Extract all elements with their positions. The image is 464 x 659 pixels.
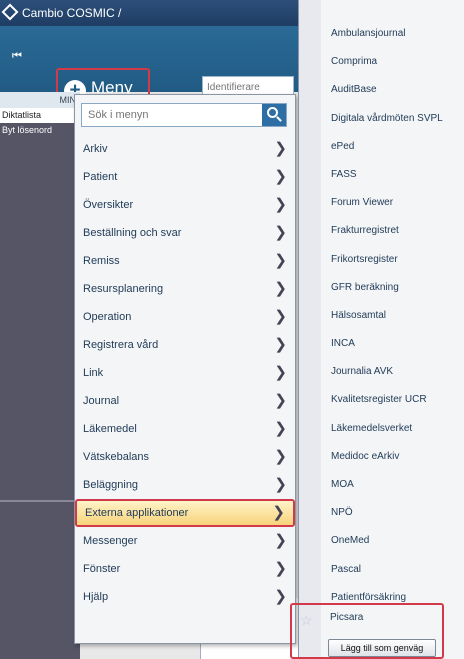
menu-item[interactable]: Översikter ❯ xyxy=(75,191,295,219)
menu-item[interactable]: Registrera vård ❯ xyxy=(75,331,295,359)
submenu-item[interactable]: Kvalitetsregister UCR xyxy=(331,386,443,414)
submenu-item[interactable]: FASS xyxy=(331,161,443,189)
submenu-item[interactable]: OneMed xyxy=(331,527,443,555)
menu-item[interactable]: Remiss ❯ xyxy=(75,247,295,275)
menu-item-label: Patient xyxy=(83,171,118,183)
submenu-item[interactable]: Pascal xyxy=(331,556,443,584)
column-header: MIN xyxy=(0,92,80,108)
chevron-right-icon: ❯ xyxy=(274,224,287,241)
collapse-panel-icon[interactable]: ⏮ xyxy=(12,50,22,63)
chevron-right-icon: ❯ xyxy=(274,392,287,409)
menu-item-label: Beställning och svar xyxy=(83,227,182,239)
menu-item[interactable]: Hjälp ❯ xyxy=(75,583,295,611)
submenu-item[interactable]: INCA xyxy=(331,330,443,358)
search-button[interactable] xyxy=(262,104,286,126)
chevron-right-icon: ❯ xyxy=(274,420,287,437)
menu-item-label: Registrera vård xyxy=(83,339,159,351)
list-item-byt-losenord[interactable]: Byt lösenord xyxy=(0,123,80,138)
menu-item-label: Fönster xyxy=(83,563,121,575)
chevron-right-icon: ❯ xyxy=(274,252,287,269)
menu-item[interactable]: Fönster ❯ xyxy=(75,555,295,583)
submenu-item[interactable]: Läkemedelsverket xyxy=(331,415,443,443)
chevron-right-icon: ❯ xyxy=(272,504,285,521)
menu-item-label: Journal xyxy=(83,395,120,407)
menu-item[interactable]: Journal ❯ xyxy=(75,387,295,415)
menu-item-label: Hjälp xyxy=(83,591,109,603)
cambio-logo-icon xyxy=(1,3,19,21)
submenu-gutter xyxy=(299,0,321,659)
chevron-right-icon: ❯ xyxy=(274,140,287,157)
menu-item[interactable]: Beläggning ❯ xyxy=(75,471,295,499)
submenu-item[interactable]: Frikortsregister xyxy=(331,246,443,274)
favorite-star-icon[interactable]: ☆ xyxy=(300,612,313,629)
chevron-right-icon: ❯ xyxy=(274,280,287,297)
chevron-right-icon: ❯ xyxy=(274,560,287,577)
main-menu-dropdown: Arkiv❯Patient❯Översikter❯Beställning och… xyxy=(74,94,296,644)
menu-item-label: Operation xyxy=(83,311,132,323)
menu-item[interactable]: Messenger ❯ xyxy=(75,527,295,555)
left-list: Diktatlista Byt lösenord xyxy=(0,108,80,659)
menu-item[interactable]: Arkiv ❯ xyxy=(75,135,295,163)
menu-item[interactable]: Resursplanering ❯ xyxy=(75,275,295,303)
menu-item-label: Remiss xyxy=(83,255,120,267)
menu-item-label: Vätskebalans xyxy=(83,451,150,463)
submenu-item-picsara[interactable]: Picsara xyxy=(330,612,363,623)
menu-items: Arkiv ❯ Patient ❯ Översikter ❯ Beställning och… xyxy=(75,135,295,611)
externa-applikationer-submenu: Ambulansjournal Comprima AuditBase Digitala… xyxy=(298,0,464,659)
menu-search-input[interactable] xyxy=(82,104,262,126)
list-item-diktatlista[interactable]: Diktatlista xyxy=(0,108,80,123)
window-title: Cambio COSMIC / xyxy=(22,6,122,20)
menu-item-label: Arkiv xyxy=(83,143,108,155)
chevron-right-icon: ❯ xyxy=(274,532,287,549)
divider xyxy=(0,500,80,502)
chevron-right-icon: ❯ xyxy=(274,588,287,605)
submenu-item[interactable]: Journalia AVK xyxy=(331,358,443,386)
menu-item[interactable]: Vätskebalans ❯ xyxy=(75,443,295,471)
add-shortcut-button[interactable]: Lägg till som genväg xyxy=(328,639,436,657)
submenu-item[interactable]: Comprima xyxy=(331,48,443,76)
chevron-right-icon: ❯ xyxy=(274,168,287,185)
submenu-item[interactable]: Forum Viewer xyxy=(331,189,443,217)
chevron-right-icon: ❯ xyxy=(274,196,287,213)
chevron-right-icon: ❯ xyxy=(274,448,287,465)
menu-item-label: Översikter xyxy=(83,199,134,211)
title-bar: Cambio COSMIC / xyxy=(0,0,300,26)
submenu-item[interactable]: Frakturregistret xyxy=(331,217,443,245)
submenu-item[interactable]: Medidoc eArkiv xyxy=(331,443,443,471)
chevron-right-icon: ❯ xyxy=(274,308,287,325)
menu-item-label: Link xyxy=(83,367,104,379)
menu-item[interactable]: Link ❯ xyxy=(75,359,295,387)
menu-search xyxy=(81,103,287,127)
menu-item-label: Resursplanering xyxy=(83,283,164,295)
menu-item[interactable]: Läkemedel ❯ xyxy=(75,415,295,443)
submenu-item[interactable]: Ambulansjournal xyxy=(331,20,443,48)
menu-item[interactable]: Beställning och svar ❯ xyxy=(75,219,295,247)
menu-item-label: Externa applikationer xyxy=(85,507,189,519)
menu-item-label: Läkemedel xyxy=(83,423,137,435)
chevron-right-icon: ❯ xyxy=(274,364,287,381)
menu-item-label: Messenger xyxy=(83,535,138,547)
menu-item-label: Beläggning xyxy=(83,479,139,491)
submenu-item[interactable]: GFR beräkning xyxy=(331,274,443,302)
submenu-item[interactable]: NPÖ xyxy=(331,499,443,527)
submenu-item[interactable]: Hälsosamtal xyxy=(331,302,443,330)
submenu-items: Ambulansjournal Comprima AuditBase Digitala… xyxy=(331,20,443,612)
submenu-item[interactable]: MOA xyxy=(331,471,443,499)
submenu-item[interactable]: Digitala vårdmöten SVPL xyxy=(331,105,443,133)
submenu-item[interactable]: ePed xyxy=(331,133,443,161)
submenu-item[interactable]: AuditBase xyxy=(331,76,443,104)
menu-item[interactable]: Externa applikationer ❯ xyxy=(75,499,295,527)
chevron-right-icon: ❯ xyxy=(274,476,287,493)
menu-item[interactable]: Operation ❯ xyxy=(75,303,295,331)
toolbar: ⏮ + Meny xyxy=(0,26,300,108)
chevron-right-icon: ❯ xyxy=(274,336,287,353)
menu-item[interactable]: Patient ❯ xyxy=(75,163,295,191)
